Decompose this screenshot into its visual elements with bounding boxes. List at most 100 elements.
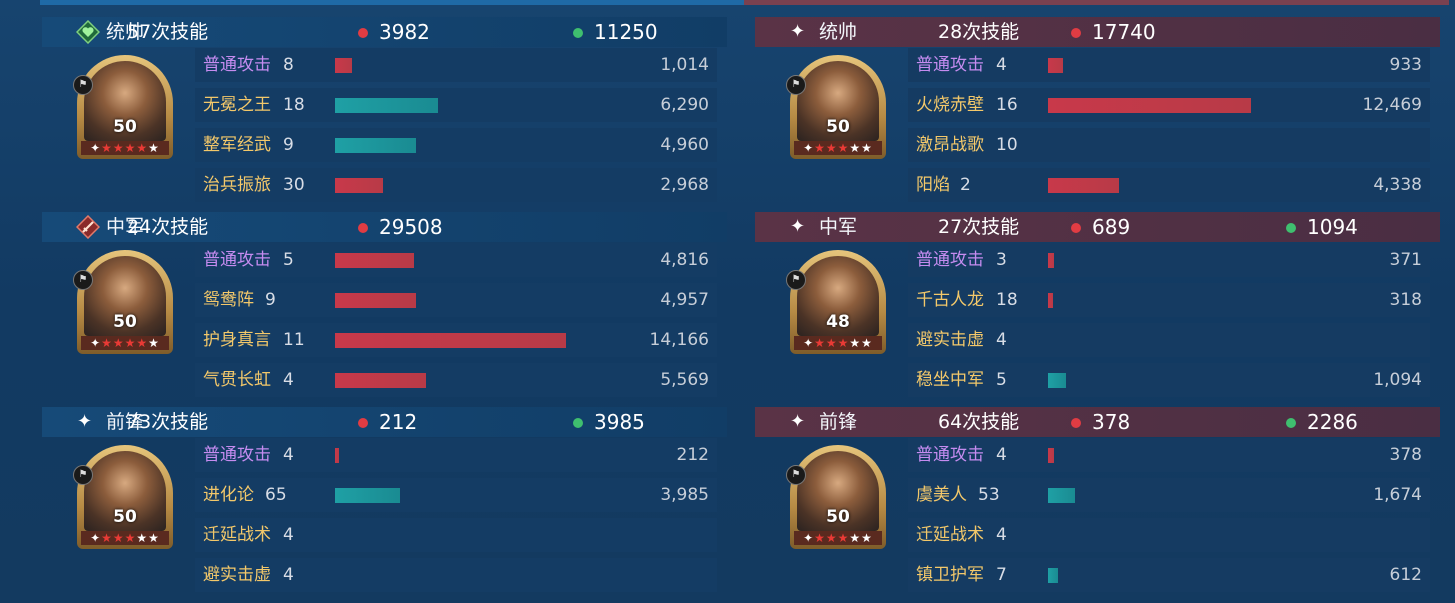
skill-row[interactable]: 鸳鸯阵 9 4,957	[195, 283, 717, 317]
skill-value: 318	[1389, 290, 1422, 310]
heal-dot-icon	[573, 28, 583, 38]
skill-value-bar	[1048, 178, 1119, 193]
skill-trigger-count: 18	[996, 290, 1018, 310]
skill-value: 4,960	[660, 135, 709, 155]
skill-trigger-count: 5	[283, 250, 294, 270]
skill-value-bar	[335, 98, 438, 113]
skill-row[interactable]: 气贯长虹 4 5,569	[195, 363, 717, 397]
skill-name: 普通攻击	[203, 250, 271, 270]
general-level: 50	[826, 507, 850, 527]
skill-trigger-count: 53	[978, 485, 1000, 505]
skill-trigger-count: 4	[283, 445, 294, 465]
skill-row[interactable]: 整军经武 9 4,960	[195, 128, 717, 162]
skill-row[interactable]: 迁延战术 4	[195, 518, 717, 552]
heal-dot-icon	[1286, 418, 1296, 428]
skill-trigger-count: 9	[283, 135, 294, 155]
total-damage: 378	[1092, 410, 1131, 434]
skill-trigger-count: 4	[283, 370, 294, 390]
general-level: 50	[826, 117, 850, 137]
skill-trigger-count: 7	[996, 565, 1007, 585]
skill-row[interactable]: 进化论 65 3,985	[195, 478, 717, 512]
skill-row[interactable]: 普通攻击 4 212	[195, 438, 717, 472]
total-damage: 17740	[1092, 20, 1156, 44]
skill-name: 千古人龙	[916, 290, 984, 310]
skill-row[interactable]: 普通攻击 8 1,014	[195, 48, 717, 82]
unit-type-icon: ⚑	[786, 270, 806, 290]
damage-dot-icon	[1071, 418, 1081, 428]
general-section-3: ✦ 前锋 73次技能 212 3985 ⚑ 50 ✦★★★★★ 普通攻击 4 212 进化论 65 3,9…	[42, 398, 727, 593]
skill-value-bar	[335, 373, 426, 388]
skill-row[interactable]: 普通攻击 3 371	[908, 243, 1430, 277]
skill-name: 镇卫护军	[916, 565, 984, 585]
skill-name: 普通攻击	[916, 55, 984, 75]
skill-value-bar	[1048, 448, 1054, 463]
damage-dot-icon	[1071, 223, 1081, 233]
heal-dot-icon	[1286, 223, 1296, 233]
skill-row[interactable]: 迁延战术 4	[908, 518, 1430, 552]
skill-value: 933	[1389, 55, 1422, 75]
skill-name: 普通攻击	[203, 55, 271, 75]
skill-row[interactable]: 治兵振旅 30 2,968	[195, 168, 717, 202]
general-portrait[interactable]: ⚑ 50 ✦★★★★★	[786, 445, 886, 549]
general-portrait[interactable]: ⚑ 50 ✦★★★★★	[73, 55, 173, 159]
skill-trigger-count: 4	[996, 55, 1007, 75]
damage-dot-icon	[358, 28, 368, 38]
skill-row[interactable]: 避实击虚 4	[908, 323, 1430, 357]
skill-value-bar	[1048, 373, 1066, 388]
skill-row[interactable]: 护身真言 11 14,166	[195, 323, 717, 357]
heart-badge-icon	[75, 19, 101, 45]
skill-cast-count: 73次技能	[127, 411, 209, 433]
skill-value: 1,014	[660, 55, 709, 75]
skill-name: 火烧赤壁	[916, 95, 984, 115]
general-portrait[interactable]: ⚑ 50 ✦★★★★★	[73, 250, 173, 354]
skill-row[interactable]: 激昂战歌 10	[908, 128, 1430, 162]
unit-type-icon: ⚑	[786, 75, 806, 95]
star-rating: ✦★★★★★	[794, 531, 882, 545]
star-rating: ✦★★★★★	[81, 336, 169, 350]
skill-trigger-count: 8	[283, 55, 294, 75]
unit-type-icon: ⚑	[73, 75, 93, 95]
skill-value: 14,166	[649, 330, 709, 350]
skill-name: 稳坐中军	[916, 370, 984, 390]
skill-cast-count: 28次技能	[938, 21, 1020, 43]
skill-value-bar	[335, 448, 339, 463]
skill-trigger-count: 30	[283, 175, 305, 195]
total-damage: 689	[1092, 215, 1131, 239]
skill-value-bar	[1048, 58, 1063, 73]
skill-trigger-count: 18	[283, 95, 305, 115]
general-portrait[interactable]: ⚑ 50 ✦★★★★★	[73, 445, 173, 549]
spark-icon: ✦	[790, 21, 806, 42]
general-section-2: 中军 24次技能 29508 ⚑ 50 ✦★★★★★ 普通攻击 5 4,816 鸳鸯阵 9 4,957…	[42, 203, 727, 398]
damage-dot-icon	[358, 223, 368, 233]
left-team-top-bar	[40, 0, 744, 5]
skill-row[interactable]: 千古人龙 18 318	[908, 283, 1430, 317]
skill-row[interactable]: 避实击虚 4	[195, 558, 717, 592]
skill-row[interactable]: 镇卫护军 7 612	[908, 558, 1430, 592]
skill-trigger-count: 9	[265, 290, 276, 310]
skill-row[interactable]: 阳焰 2 4,338	[908, 168, 1430, 202]
damage-dot-icon	[358, 418, 368, 428]
skill-trigger-count: 4	[283, 525, 294, 545]
skill-row[interactable]: 稳坐中军 5 1,094	[908, 363, 1430, 397]
skill-row[interactable]: 虞美人 53 1,674	[908, 478, 1430, 512]
skill-row[interactable]: 火烧赤壁 16 12,469	[908, 88, 1430, 122]
skill-trigger-count: 5	[996, 370, 1007, 390]
star-rating: ✦★★★★★	[81, 141, 169, 155]
skill-value-bar	[335, 58, 352, 73]
skill-value-bar	[1048, 568, 1058, 583]
general-portrait[interactable]: ⚑ 48 ✦★★★★★	[786, 250, 886, 354]
skill-row[interactable]: 普通攻击 4 378	[908, 438, 1430, 472]
general-header: ✦ 前锋 73次技能 212 3985	[42, 407, 727, 437]
skill-row[interactable]: 普通攻击 5 4,816	[195, 243, 717, 277]
skill-name: 整军经武	[203, 135, 271, 155]
skill-trigger-count: 16	[996, 95, 1018, 115]
skill-value-bar	[1048, 488, 1075, 503]
skill-row[interactable]: 无冕之王 18 6,290	[195, 88, 717, 122]
skill-trigger-count: 65	[265, 485, 287, 505]
general-portrait[interactable]: ⚑ 50 ✦★★★★★	[786, 55, 886, 159]
skill-row[interactable]: 普通攻击 4 933	[908, 48, 1430, 82]
general-position-label: 前锋	[819, 411, 858, 433]
skill-name: 迁延战术	[916, 525, 984, 545]
general-level: 48	[826, 312, 850, 332]
skill-cast-count: 27次技能	[938, 216, 1020, 238]
